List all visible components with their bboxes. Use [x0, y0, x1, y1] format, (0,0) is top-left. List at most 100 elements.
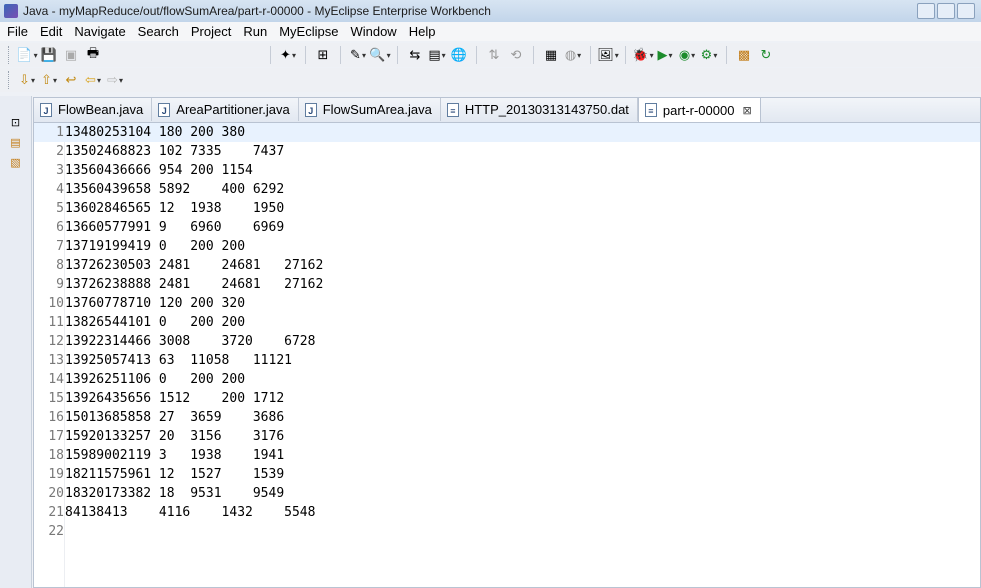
restore-icon[interactable]: ⊡	[8, 114, 24, 130]
editor-line[interactable]: 20 18320173382 18 9531 9549	[34, 484, 980, 503]
toolbar-separator	[726, 46, 727, 64]
last-edit-location-icon[interactable]: ↩	[60, 70, 82, 90]
globe-icon[interactable]: 🌐	[448, 45, 470, 65]
editor-line[interactable]: 9 13726238888 2481 24681 27162	[34, 275, 980, 294]
title-bar: Java - myMapReduce/out/flowSumArea/part-…	[0, 0, 981, 23]
search-icon[interactable]: 🔍	[369, 45, 391, 65]
line-number: 7	[56, 239, 64, 254]
package-icon[interactable]: ▩	[733, 45, 755, 65]
menu-help[interactable]: Help	[403, 22, 442, 41]
external-tools-icon[interactable]: ⚙	[698, 45, 720, 65]
back-icon[interactable]: ⇦	[82, 70, 104, 90]
sync-icon[interactable]: ⟲	[505, 45, 527, 65]
editor-line[interactable]: 11 13826544101 0 200 200	[34, 313, 980, 332]
line-text: 13560436666 954 200 1154	[65, 163, 253, 178]
line-text: 15989002119 3 1938 1941	[65, 448, 285, 463]
save-icon[interactable]: 💾	[38, 45, 60, 65]
debug-icon[interactable]: 🐞	[632, 45, 654, 65]
editor-line[interactable]: 14 13926251106 0 200 200	[34, 370, 980, 389]
tab-label: AreaPartitioner.java	[176, 102, 290, 117]
tab-flowbean[interactable]: J FlowBean.java	[34, 98, 153, 121]
editor-line[interactable]: 2 13502468823 102 7335 7437	[34, 142, 980, 161]
tab-label: HTTP_20130313143750.dat	[464, 102, 629, 117]
menu-edit[interactable]: Edit	[34, 22, 68, 41]
editor-line[interactable]: 1 13480253104 180 200 380	[34, 123, 980, 142]
toolbar-grip[interactable]	[8, 46, 12, 64]
deploy-icon[interactable]: ⇆	[404, 45, 426, 65]
toolbar-grip[interactable]	[8, 71, 12, 89]
open-type-icon[interactable]: ⊞	[312, 45, 334, 65]
menu-myeclipse[interactable]: MyEclipse	[273, 22, 344, 41]
menu-project[interactable]: Project	[185, 22, 237, 41]
tab-label: FlowSumArea.java	[322, 102, 432, 117]
refresh-icon[interactable]: ↻	[755, 45, 777, 65]
editor-line[interactable]: 16 15013685858 27 3659 3686	[34, 408, 980, 427]
line-number: 19	[48, 467, 64, 482]
menu-run[interactable]: Run	[237, 22, 273, 41]
line-number: 13	[48, 353, 64, 368]
editor-line[interactable]: 3 13560436666 954 200 1154	[34, 161, 980, 180]
text-editor[interactable]: 1 13480253104 180 200 380 2 13502468823 102…	[34, 123, 980, 587]
tab-areapartitioner[interactable]: J AreaPartitioner.java	[152, 98, 299, 121]
window-title: Java - myMapReduce/out/flowSumArea/part-…	[23, 4, 491, 18]
menu-bar: File Edit Navigate Search Project Run My…	[0, 22, 981, 41]
editor-line[interactable]: 10 13760778710 120 200 320	[34, 294, 980, 313]
search-tool-icon[interactable]: ✎	[347, 45, 369, 65]
editor-line[interactable]: 12 13922314466 3008 3720 6728	[34, 332, 980, 351]
image-icon[interactable]: 🖼	[597, 45, 619, 65]
run-coverage-icon[interactable]: ◉	[676, 45, 698, 65]
report-icon[interactable]: ▦	[540, 45, 562, 65]
web-browser-icon[interactable]: ◍	[562, 45, 584, 65]
tab-label: part-r-00000	[662, 102, 735, 118]
forward-icon[interactable]: ⇨	[104, 70, 126, 90]
package-explorer-icon[interactable]: ▧	[8, 154, 24, 170]
menu-navigate[interactable]: Navigate	[68, 22, 131, 41]
editor-lines: 1 13480253104 180 200 380 2 13502468823 102…	[34, 123, 980, 541]
close-window-button[interactable]	[957, 3, 975, 19]
line-number: 20	[48, 486, 64, 501]
toolbar-separator	[305, 46, 306, 64]
server-icon[interactable]: ▤	[426, 45, 448, 65]
editor-line[interactable]: 6 13660577991 9 6960 6969	[34, 218, 980, 237]
save-all-icon[interactable]: ▣	[60, 45, 82, 65]
editor-area: J FlowBean.java J AreaPartitioner.java J…	[33, 97, 981, 588]
menu-file[interactable]: File	[0, 22, 34, 41]
print-icon[interactable]: 🖶	[82, 45, 104, 65]
line-number: 12	[48, 334, 64, 349]
line-text: 13480253104 180 200 380	[65, 125, 246, 140]
editor-line[interactable]: 22	[34, 522, 980, 541]
menu-search[interactable]: Search	[132, 22, 185, 41]
navigation-toolbar: ⇩ ⇧ ↩ ⇦ ⇨	[0, 68, 981, 92]
team-icon[interactable]: ⇅	[483, 45, 505, 65]
tab-flowsumarea[interactable]: J FlowSumArea.java	[299, 98, 441, 121]
editor-line[interactable]: 19 18211575961 12 1527 1539	[34, 465, 980, 484]
minimize-button[interactable]	[917, 3, 935, 19]
new-icon[interactable]: 📄	[16, 45, 38, 65]
toolbar-separator	[476, 46, 477, 64]
myeclipse-app-icon	[4, 4, 18, 18]
hierarchy-icon[interactable]: ▤	[8, 134, 24, 150]
maximize-button[interactable]	[937, 3, 955, 19]
editor-line[interactable]: 17 15920133257 20 3156 3176	[34, 427, 980, 446]
next-annotation-icon[interactable]: ⇩	[16, 70, 38, 90]
toolbar-separator	[590, 46, 591, 64]
line-text: 13925057413 63 11058 11121	[65, 353, 292, 368]
tab-part-r-00000[interactable]: ≡ part-r-00000 ⊠	[637, 97, 761, 122]
editor-line[interactable]: 15 13926435656 1512 200 1712	[34, 389, 980, 408]
menu-window[interactable]: Window	[344, 22, 402, 41]
editor-line[interactable]: 18 15989002119 3 1938 1941	[34, 446, 980, 465]
line-text: 13760778710 120 200 320	[65, 296, 246, 311]
close-icon[interactable]: ⊠	[742, 104, 751, 117]
new-project-wizard-icon[interactable]: ✦	[277, 45, 299, 65]
editor-line[interactable]: 13 13925057413 63 11058 11121	[34, 351, 980, 370]
editor-line[interactable]: 7 13719199419 0 200 200	[34, 237, 980, 256]
editor-line[interactable]: 4 13560439658 5892 400 6292	[34, 180, 980, 199]
run-icon[interactable]: ▶	[654, 45, 676, 65]
editor-line[interactable]: 5 13602846565 12 1938 1950	[34, 199, 980, 218]
previous-annotation-icon[interactable]: ⇧	[38, 70, 60, 90]
window-controls	[917, 3, 975, 19]
java-file-icon: J	[304, 102, 317, 117]
editor-line[interactable]: 21 84138413 4116 1432 5548	[34, 503, 980, 522]
tab-http-dat[interactable]: ≡ HTTP_20130313143750.dat	[441, 98, 638, 121]
editor-line[interactable]: 8 13726230503 2481 24681 27162	[34, 256, 980, 275]
